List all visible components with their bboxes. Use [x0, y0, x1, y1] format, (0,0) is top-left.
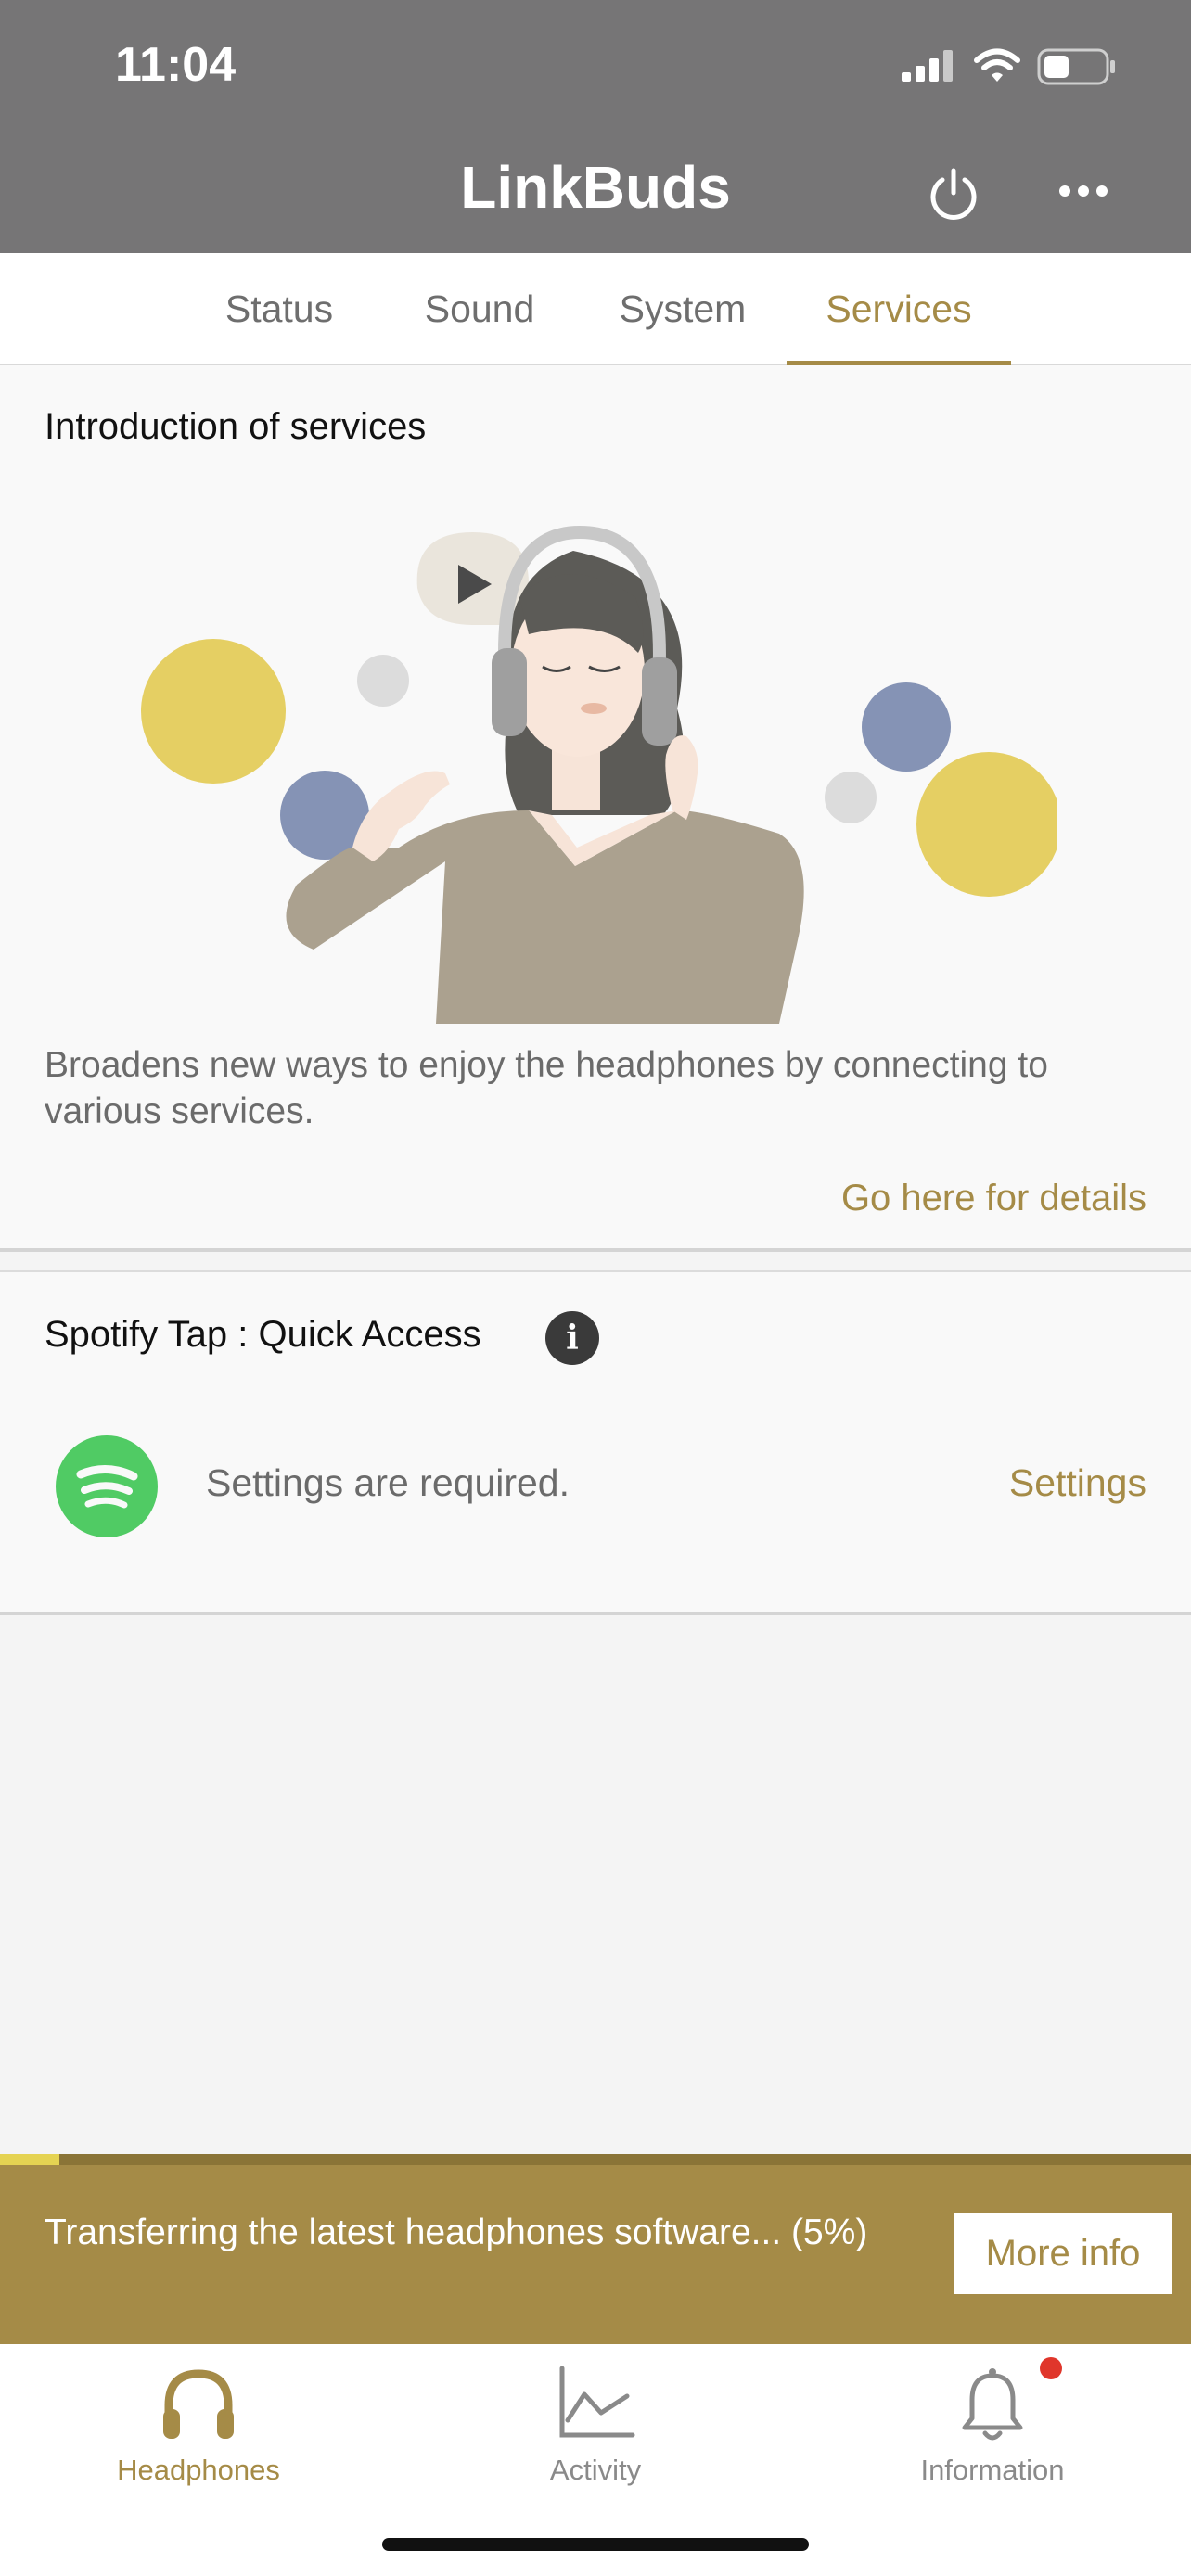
app-title: LinkBuds: [460, 154, 731, 221]
power-icon[interactable]: [928, 165, 980, 221]
app-header: 11:04 LinkBuds: [0, 0, 1191, 253]
nav-information[interactable]: Information: [794, 2344, 1191, 2493]
tab-services[interactable]: Services: [787, 253, 1011, 366]
woman-listening-illustration: [141, 525, 1057, 1024]
spotify-tap-title: Spotify Tap : Quick Access: [45, 1314, 481, 1355]
notification-badge: [1040, 2357, 1062, 2379]
tab-sound[interactable]: Sound: [410, 253, 549, 364]
nav-headphones[interactable]: Headphones: [0, 2344, 397, 2493]
wifi-icon: [974, 48, 1020, 82]
cellular-signal-icon: [902, 50, 953, 82]
more-options-icon[interactable]: [1057, 182, 1109, 200]
spotify-status-text: Settings are required.: [206, 1461, 570, 1504]
nav-activity[interactable]: Activity: [397, 2344, 794, 2493]
intro-card: Introduction of services Broadens new wa…: [0, 365, 1191, 1252]
intro-description: Broadens new ways to enjoy the headphone…: [45, 1045, 1048, 1131]
status-bar-time: 11:04: [115, 38, 237, 92]
home-indicator[interactable]: [382, 2538, 809, 2551]
activity-chart-icon: [559, 2366, 635, 2438]
intro-title: Introduction of services: [45, 406, 427, 447]
info-icon[interactable]: i: [545, 1311, 599, 1365]
transfer-progress-track: [0, 2154, 1191, 2165]
nav-label-headphones: Headphones: [117, 2454, 280, 2486]
spotify-settings-link[interactable]: Settings: [1009, 1461, 1146, 1505]
nav-label-activity: Activity: [549, 2454, 642, 2486]
spotify-tap-card: Spotify Tap : Quick Access i Settings ar…: [0, 1270, 1191, 1615]
tab-status[interactable]: Status: [208, 253, 351, 364]
nav-label-information: Information: [920, 2454, 1065, 2486]
spotify-logo-icon: [56, 1435, 158, 1537]
more-info-button[interactable]: More info: [954, 2213, 1172, 2294]
tab-system[interactable]: System: [605, 253, 761, 364]
tab-bar: Status Sound System Services: [0, 253, 1191, 366]
headphones-icon: [163, 2369, 234, 2439]
transfer-message: Transferring the latest headphones softw…: [45, 2213, 868, 2252]
bell-icon: [962, 2368, 1023, 2441]
transfer-banner: Transferring the latest headphones softw…: [0, 2165, 1191, 2344]
transfer-progress-fill: [0, 2154, 60, 2165]
battery-icon: [1037, 48, 1115, 85]
details-link[interactable]: Go here for details: [841, 1178, 1146, 1219]
